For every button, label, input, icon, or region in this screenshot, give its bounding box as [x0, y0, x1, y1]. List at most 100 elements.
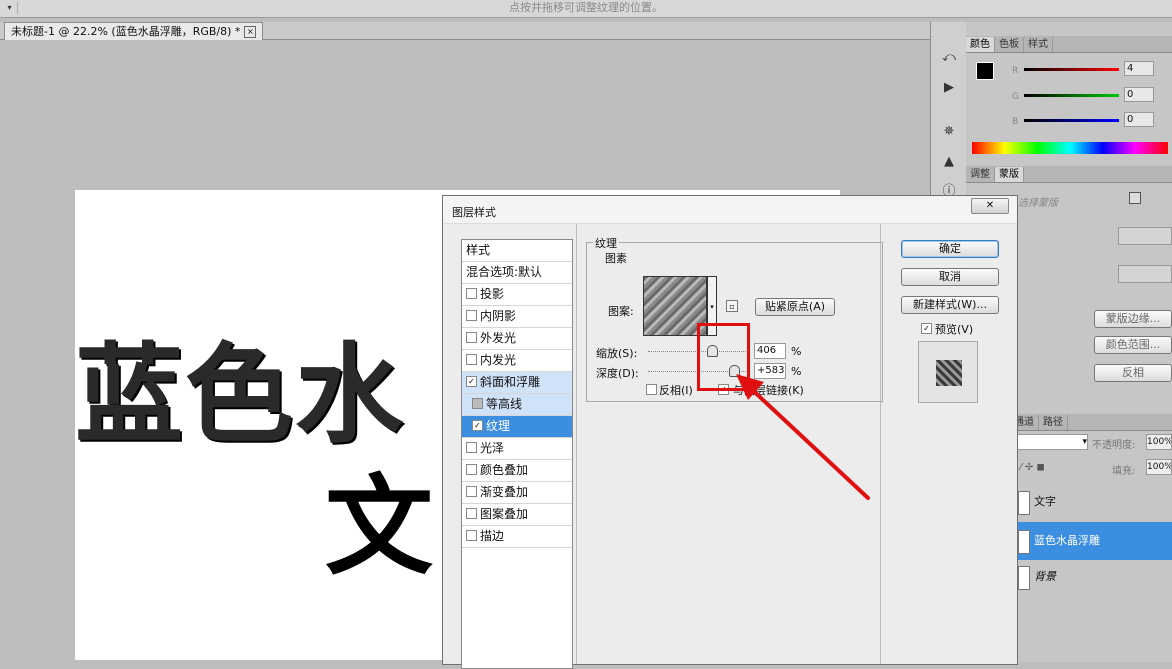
style-item-pattern-overlay[interactable]: 图案叠加	[462, 504, 572, 526]
close-tab-icon[interactable]: ×	[244, 26, 257, 38]
depth-label: 深度(D):	[596, 367, 639, 380]
density-field[interactable]	[1118, 227, 1172, 245]
dialog-close-button[interactable]: ✕	[971, 198, 1009, 214]
checkbox-icon[interactable]	[466, 354, 477, 365]
feather-field[interactable]	[1118, 265, 1172, 283]
style-item-label: 纹理	[486, 419, 511, 433]
history-icon[interactable]: ⤺	[937, 48, 961, 68]
document-tab[interactable]: 未标题-1 @ 22.2% (蓝色水晶浮雕，RGB/8) * ×	[4, 22, 264, 40]
preview-label: 预览(V)	[935, 323, 974, 336]
channel-b-label: B	[1012, 117, 1019, 127]
checkbox-icon[interactable]	[472, 398, 483, 409]
style-item-label: 光泽	[480, 441, 505, 455]
color-spectrum-bar[interactable]	[972, 142, 1168, 154]
style-item-drop-shadow[interactable]: 投影	[462, 284, 572, 306]
checkbox-icon[interactable]	[466, 464, 477, 475]
pixel-mask-icon[interactable]	[1129, 192, 1141, 204]
style-item-label: 描边	[480, 529, 505, 543]
new-preset-icon[interactable]: ▫	[726, 300, 738, 312]
red-slider[interactable]	[1024, 68, 1119, 71]
layer-thumbnail	[1018, 491, 1030, 515]
section-title: 纹理	[593, 235, 619, 251]
mask-edge-button[interactable]: 蒙版边缘...	[1094, 310, 1172, 328]
tab-adjustments[interactable]: 调整	[966, 167, 995, 182]
lock-icons[interactable]: ⁄ ✢ ◼	[1020, 462, 1045, 473]
fill-input[interactable]: 100%	[1146, 459, 1172, 475]
blue-slider[interactable]	[1024, 119, 1119, 122]
layer-row[interactable]: 背景	[1016, 562, 1172, 592]
invert-checkbox[interactable]	[646, 384, 657, 395]
dialog-title: 图层样式	[452, 206, 496, 219]
style-item-color-overlay[interactable]: 颜色叠加	[462, 460, 572, 482]
options-bar: ▾ 点按并拖移可调整纹理的位置。	[0, 0, 1172, 18]
tab-color[interactable]: 颜色	[966, 37, 995, 52]
checkbox-icon[interactable]	[466, 530, 477, 541]
style-item-outer-glow[interactable]: 外发光	[462, 328, 572, 350]
document-tab-title: 未标题-1 @ 22.2% (蓝色水晶浮雕，RGB/8) *	[11, 25, 241, 38]
options-hint-text: 点按并拖移可调整纹理的位置。	[509, 1, 663, 14]
tab-swatches[interactable]: 色板	[995, 37, 1024, 52]
style-item-stroke[interactable]: 描边	[462, 526, 572, 548]
navigator-icon[interactable]: ✵	[937, 122, 961, 142]
blue-value-input[interactable]: 0	[1124, 112, 1154, 127]
checkbox-icon[interactable]	[466, 486, 477, 497]
actions-play-icon[interactable]: ▶	[937, 78, 961, 98]
style-item-satin[interactable]: 光泽	[462, 438, 572, 460]
pattern-label: 图案:	[608, 305, 634, 318]
annotation-arrow-icon	[736, 374, 870, 500]
checkbox-icon[interactable]	[466, 288, 477, 299]
checkbox-icon[interactable]	[466, 442, 477, 453]
layer-row[interactable]: 文字	[1016, 487, 1172, 517]
cancel-button[interactable]: 取消	[901, 268, 999, 286]
preview-checkbox[interactable]	[921, 323, 932, 334]
tab-paths[interactable]: 路径	[1039, 415, 1068, 430]
scale-input[interactable]: 406	[754, 343, 786, 359]
tab-masks[interactable]: 蒙版	[995, 167, 1024, 182]
style-preview-box	[918, 341, 978, 403]
green-slider[interactable]	[1024, 94, 1119, 97]
new-style-button[interactable]: 新建样式(W)...	[901, 296, 999, 314]
adjust-panel-tabs: 调整 蒙版	[966, 166, 1172, 183]
opacity-input[interactable]: 100%	[1146, 434, 1172, 450]
checkbox-checked-icon[interactable]	[472, 420, 483, 431]
checkbox-icon[interactable]	[466, 508, 477, 519]
layer-thumbnail	[1018, 566, 1030, 590]
style-item-inner-shadow[interactable]: 内阴影	[462, 306, 572, 328]
layer-row-selected[interactable]: 蓝色水晶浮雕	[1016, 522, 1172, 560]
dialog-titlebar[interactable]: 图层样式 ✕	[443, 196, 1017, 224]
histogram-icon[interactable]: ▲	[937, 152, 961, 172]
style-item-label: 投影	[480, 287, 505, 301]
fill-label: 填充:	[1112, 466, 1136, 477]
style-list: 样式 混合选项:默认 投影 内阴影 外发光 内发光 斜面和浮雕 等高线 纹理 光…	[461, 239, 573, 669]
style-item-inner-glow[interactable]: 内发光	[462, 350, 572, 372]
foreground-color-swatch[interactable]	[976, 62, 994, 80]
snap-to-origin-button[interactable]: 贴紧原点(A)	[755, 298, 835, 316]
checkbox-checked-icon[interactable]	[466, 376, 477, 387]
checkbox-icon[interactable]	[466, 310, 477, 321]
style-item-texture[interactable]: 纹理	[462, 416, 572, 438]
style-item-label: 渐变叠加	[480, 485, 529, 499]
color-range-button[interactable]: 颜色范围...	[1094, 336, 1172, 354]
layer-name: 背景	[1034, 570, 1056, 583]
style-item-label: 外发光	[480, 331, 517, 345]
style-item-contour[interactable]: 等高线	[462, 394, 572, 416]
style-list-header[interactable]: 样式	[462, 240, 572, 262]
style-item-label: 颜色叠加	[480, 463, 529, 477]
channel-r-label: R	[1012, 66, 1019, 76]
green-value-input[interactable]: 0	[1124, 87, 1154, 102]
blend-mode-dropdown[interactable]: ▾	[1016, 434, 1088, 450]
opacity-label: 不透明度:	[1092, 440, 1136, 451]
red-value-input[interactable]: 4	[1124, 61, 1154, 76]
invert-mask-button[interactable]: 反相	[1094, 364, 1172, 382]
ok-button[interactable]: 确定	[901, 240, 999, 258]
style-item-bevel-emboss[interactable]: 斜面和浮雕	[462, 372, 572, 394]
tab-styles[interactable]: 样式	[1024, 37, 1053, 52]
mask-hint-text: 选择蒙版	[1018, 198, 1058, 209]
style-item-blending[interactable]: 混合选项:默认	[462, 262, 572, 284]
preview-thumbnail	[936, 360, 962, 386]
style-item-gradient-overlay[interactable]: 渐变叠加	[462, 482, 572, 504]
style-item-label: 等高线	[486, 397, 523, 411]
style-item-label: 斜面和浮雕	[480, 375, 541, 389]
checkbox-icon[interactable]	[466, 332, 477, 343]
color-panel-tabs: 颜色 色板 样式	[966, 36, 1172, 53]
